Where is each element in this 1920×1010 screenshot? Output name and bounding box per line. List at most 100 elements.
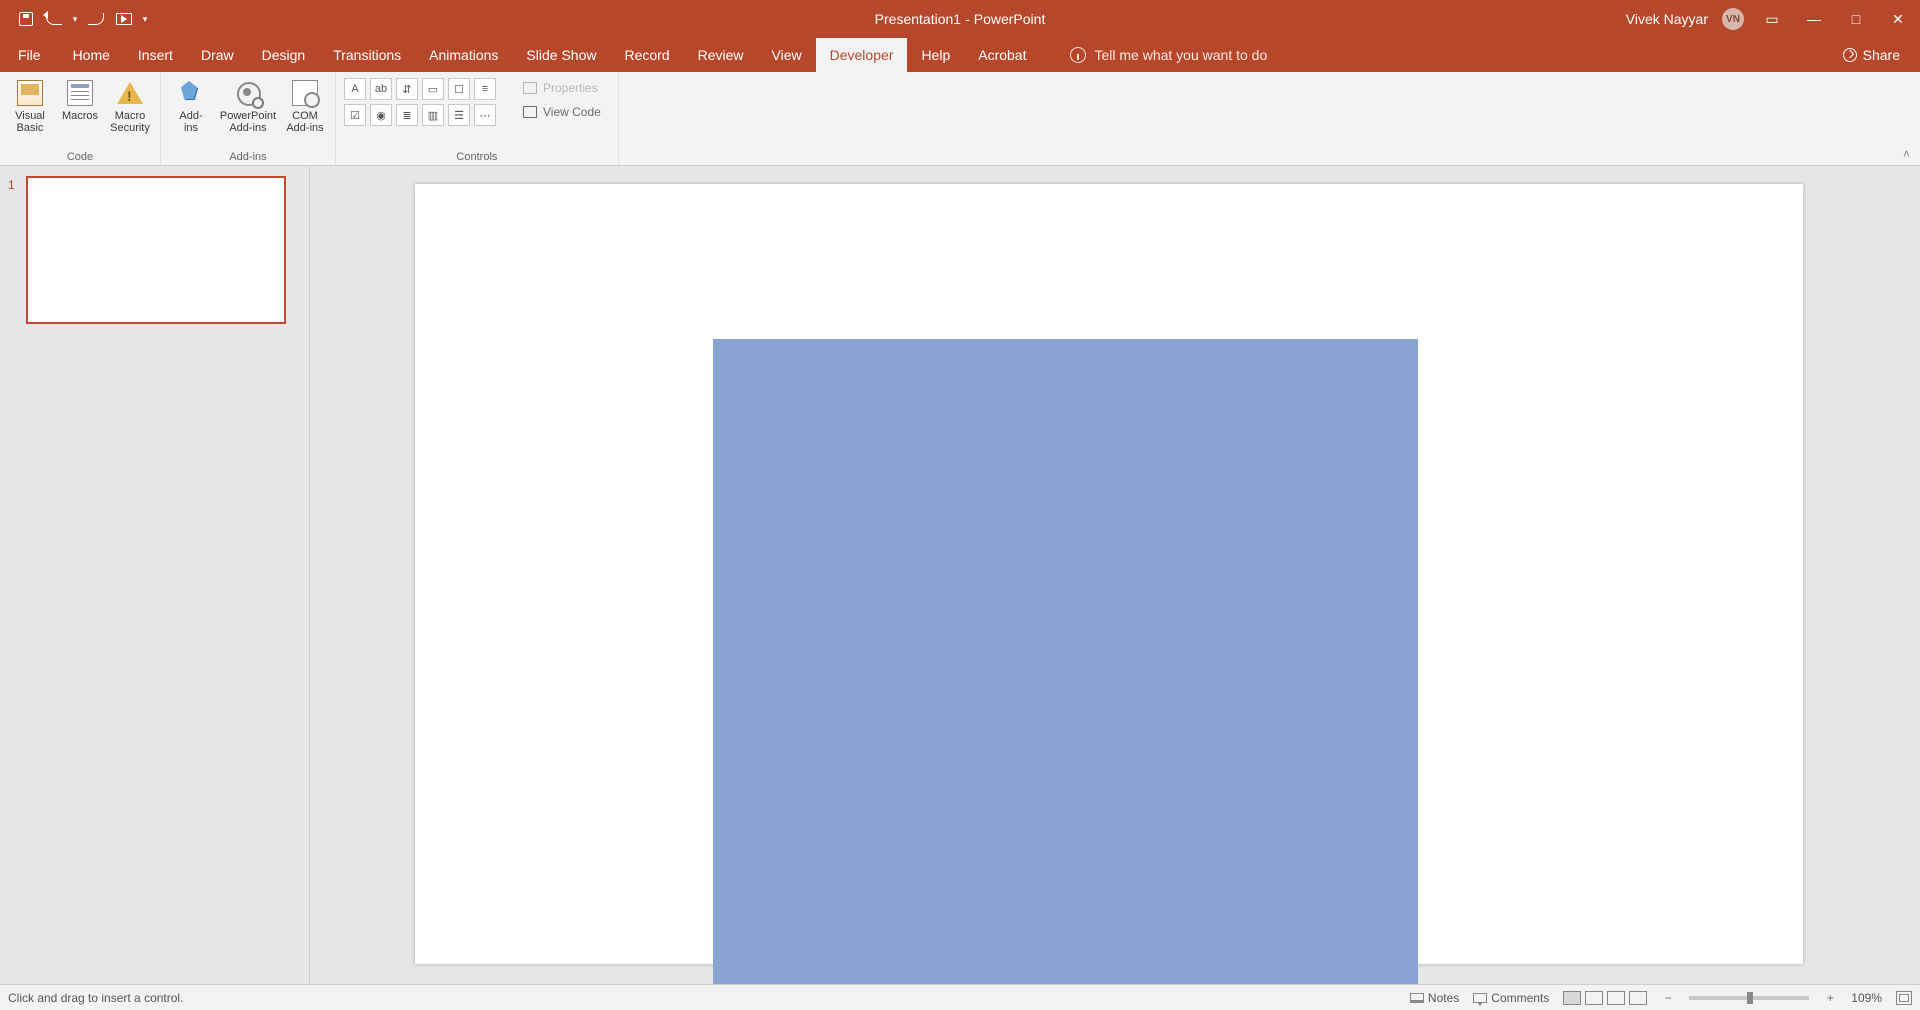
control-spin[interactable]: ⇵ [396, 78, 418, 100]
properties-icon [523, 82, 537, 94]
avatar[interactable]: VN [1722, 8, 1744, 30]
document-name: Presentation1 [875, 11, 961, 27]
ribbon-options-icon: ▭ [1765, 11, 1778, 28]
control-checkbox[interactable]: ☑ [344, 104, 366, 126]
title-separator: - [965, 11, 970, 27]
collapse-ribbon-button[interactable]: ˄ [1903, 147, 1910, 161]
tab-file[interactable]: File [0, 38, 59, 72]
share-button[interactable]: Share [1843, 38, 1900, 72]
tab-help[interactable]: Help [907, 38, 964, 72]
tab-insert[interactable]: Insert [124, 38, 187, 72]
thumbnail-number: 1 [8, 176, 20, 324]
group-code: Visual Basic Macros Macro Security Code [0, 72, 161, 165]
macros-button[interactable]: Macros [56, 76, 104, 122]
tab-draw[interactable]: Draw [187, 38, 248, 72]
slide-thumbnails-panel[interactable]: 1 [0, 166, 310, 984]
status-bar: Click and drag to insert a control. Note… [0, 984, 1920, 1010]
ribbon: Visual Basic Macros Macro Security Code … [0, 72, 1920, 166]
zoom-slider[interactable] [1689, 996, 1809, 1000]
activex-control-placeholder[interactable] [713, 339, 1418, 984]
status-message: Click and drag to insert a control. [8, 991, 183, 1005]
tab-slide-show[interactable]: Slide Show [512, 38, 610, 72]
slide-canvas-area[interactable] [310, 166, 1920, 984]
tab-transitions[interactable]: Transitions [319, 38, 415, 72]
tab-review[interactable]: Review [684, 38, 758, 72]
control-scrollbar[interactable]: ≡ [474, 78, 496, 100]
group-addins: Add- ins PowerPoint Add-ins COM Add-ins … [161, 72, 336, 165]
redo-icon [88, 13, 104, 25]
control-image[interactable]: ☐ [448, 78, 470, 100]
notes-icon [1410, 993, 1424, 1003]
undo-icon [46, 13, 62, 25]
group-label-code: Code [67, 151, 93, 165]
minimize-button[interactable]: — [1800, 9, 1828, 29]
tab-record[interactable]: Record [610, 38, 683, 72]
work-area: 1 [0, 166, 1920, 984]
control-more[interactable]: ⋯ [474, 104, 496, 126]
control-label[interactable]: A [344, 78, 366, 100]
zoom-out-button[interactable]: − [1661, 991, 1675, 1005]
normal-view-button[interactable] [1563, 991, 1581, 1005]
controls-side: Properties View Code [506, 72, 618, 122]
macro-security-button[interactable]: Macro Security [106, 76, 154, 134]
save-button[interactable] [14, 7, 38, 31]
addins-icon [178, 80, 204, 106]
macros-icon [67, 80, 93, 106]
tab-acrobat[interactable]: Acrobat [964, 38, 1040, 72]
control-togglebutton[interactable]: ☰ [448, 104, 470, 126]
zoom-level[interactable]: 109% [1851, 991, 1882, 1005]
reading-view-button[interactable] [1607, 991, 1625, 1005]
close-icon: ✕ [1892, 11, 1904, 28]
tab-developer[interactable]: Developer [816, 38, 908, 72]
undo-dropdown[interactable]: ▾ [70, 7, 80, 31]
tab-animations[interactable]: Animations [415, 38, 512, 72]
group-controls: A ab ⇵ ▭ ☐ ≡ ☑ ◉ ≣ ▥ ☰ ⋯ Properties [336, 72, 619, 165]
group-label-controls: Controls [456, 151, 497, 165]
addins-button[interactable]: Add- ins [167, 76, 215, 134]
view-code-button[interactable]: View Code [514, 102, 610, 122]
ribbon-display-options[interactable]: ▭ [1758, 9, 1786, 29]
title-bar: ▾ ▾ Presentation1 - PowerPoint Vivek Nay… [0, 0, 1920, 38]
gear-icon [235, 80, 261, 106]
undo-button[interactable] [42, 7, 66, 31]
quick-access-toolbar: ▾ ▾ [0, 7, 150, 31]
zoom-in-button[interactable]: + [1823, 991, 1837, 1005]
tell-me-search[interactable]: Tell me what you want to do [1070, 38, 1267, 72]
view-code-icon [523, 106, 537, 118]
slide[interactable] [415, 184, 1803, 964]
notes-button[interactable]: Notes [1410, 991, 1459, 1005]
chevron-up-icon: ˄ [1903, 147, 1910, 161]
control-textbox[interactable]: ab [370, 78, 392, 100]
qat-customize[interactable]: ▾ [140, 7, 150, 31]
control-optionbutton[interactable]: ◉ [370, 104, 392, 126]
slideshow-view-button[interactable] [1629, 991, 1647, 1005]
ribbon-tabs: File Home Insert Draw Design Transitions… [0, 38, 1920, 72]
tab-home[interactable]: Home [59, 38, 124, 72]
close-button[interactable]: ✕ [1884, 9, 1912, 29]
maximize-button[interactable]: □ [1842, 9, 1870, 29]
slide-sorter-view-button[interactable] [1585, 991, 1603, 1005]
properties-button: Properties [514, 78, 610, 98]
app-name: PowerPoint [974, 11, 1046, 27]
thumbnail-1[interactable] [26, 176, 286, 324]
comments-icon [1473, 993, 1487, 1003]
comments-button[interactable]: Comments [1473, 991, 1549, 1005]
start-from-beginning-button[interactable] [112, 7, 136, 31]
control-commandbutton[interactable]: ▭ [422, 78, 444, 100]
com-addins-icon [292, 80, 318, 106]
control-listbox[interactable]: ≣ [396, 104, 418, 126]
tab-view[interactable]: View [758, 38, 816, 72]
visual-basic-button[interactable]: Visual Basic [6, 76, 54, 134]
lightbulb-icon [1070, 47, 1086, 63]
fit-to-window-button[interactable] [1896, 991, 1912, 1005]
share-icon [1843, 48, 1857, 62]
thumbnail-1-wrap: 1 [8, 176, 301, 324]
control-combobox[interactable]: ▥ [422, 104, 444, 126]
redo-button[interactable] [84, 7, 108, 31]
window-title: Presentation1 - PowerPoint [875, 11, 1046, 27]
group-label-addins: Add-ins [229, 151, 266, 165]
powerpoint-addins-button[interactable]: PowerPoint Add-ins [217, 76, 279, 134]
user-name: Vivek Nayyar [1626, 11, 1708, 27]
tab-design[interactable]: Design [248, 38, 320, 72]
com-addins-button[interactable]: COM Add-ins [281, 76, 329, 134]
